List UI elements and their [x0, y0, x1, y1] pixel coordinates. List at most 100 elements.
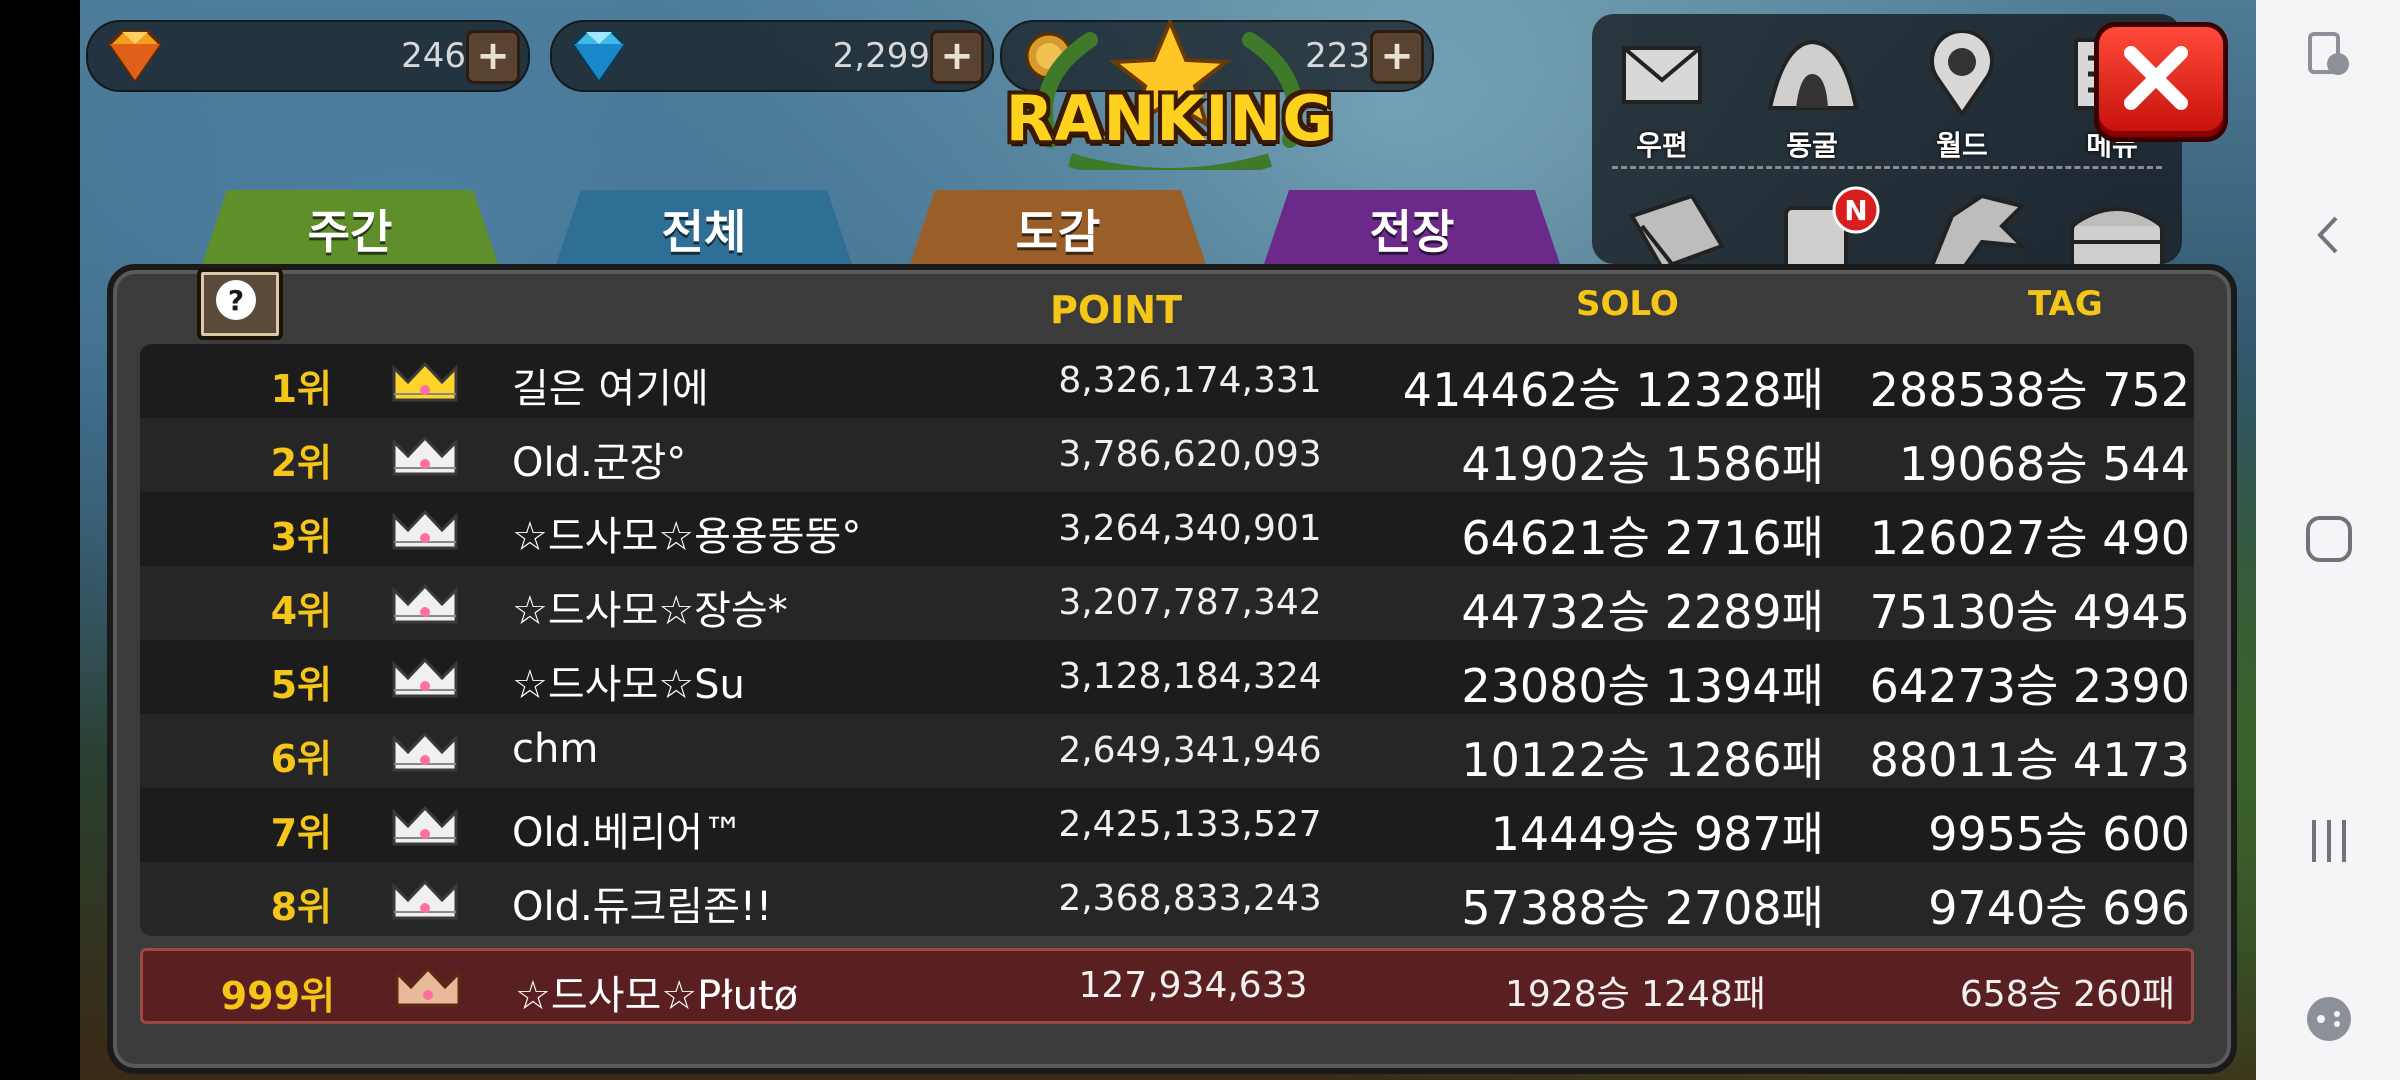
tag-record: 19068승 544: [1898, 437, 2190, 491]
table-row[interactable]: 3위 ☆드사모☆용용뚱뚱° 3,264,340,901 64621승 2716패 126…: [140, 492, 2194, 566]
player-name: ☆드사모☆Su: [512, 662, 745, 708]
game-screen: 246 + 2,299 + 223 + RANKING 우편 동굴 월드 메뉴 …: [80, 0, 2256, 1080]
ruby-currency: 246 +: [86, 20, 530, 92]
dragon-icon: [1929, 193, 2028, 273]
ruby-amount: 246: [401, 36, 466, 76]
points: 3,786,620,093: [1058, 434, 1322, 475]
solo-record: 57388승 2708패: [1461, 881, 1824, 935]
table-row[interactable]: 4위 ☆드사모☆장승* 3,207,787,342 44732승 2289패 75130…: [140, 566, 2194, 640]
silver-crown-icon: [392, 509, 458, 550]
mail-icon: [1622, 46, 1702, 104]
silver-crown-icon: [392, 583, 458, 624]
rank: 4위: [270, 589, 332, 633]
solo-record: 41902승 1586패: [1461, 437, 1824, 491]
world-icon: [1930, 30, 1994, 116]
world-label: 월드: [1936, 129, 1988, 162]
table-row[interactable]: 2위 Old.군장° 3,786,620,093 41902승 1586패 19068승…: [140, 418, 2194, 492]
diamond-amount: 2,299: [832, 36, 930, 76]
add-coin-button[interactable]: +: [1370, 30, 1424, 84]
tab-collection[interactable]: 도감: [908, 190, 1208, 270]
silver-crown-icon: [392, 731, 458, 772]
close-button[interactable]: [2094, 22, 2228, 142]
bronze-crown-icon: [395, 966, 461, 1007]
rank: 8위: [270, 885, 332, 929]
my-name: ☆드사모☆Płutø: [515, 973, 799, 1019]
player-name: chm: [512, 726, 599, 772]
table-row[interactable]: 7위 Old.베리어™ 2,425,133,527 14449승 987패 9955승 …: [140, 788, 2194, 862]
cave-icon: [1767, 39, 1859, 110]
points: 3,207,787,342: [1058, 582, 1322, 623]
add-ruby-button[interactable]: +: [466, 30, 520, 84]
home-icon[interactable]: [2304, 514, 2354, 564]
treasure-chest-button[interactable]: [2062, 186, 2172, 276]
treasure-chest-icon: [2070, 207, 2164, 272]
gold-crown-icon: [392, 361, 458, 402]
cave-button[interactable]: 동굴: [1752, 24, 1872, 164]
table-row[interactable]: 8위 Old.듀크림존!! 2,368,833,243 57388승 2708패 974…: [140, 862, 2194, 936]
left-black-strip: [0, 0, 80, 1080]
tab-battlefield[interactable]: 전장: [1262, 190, 1562, 270]
my-solo-record: 1928승 1248패: [1505, 974, 1766, 1015]
solo-record: 10122승 1286패: [1461, 733, 1824, 787]
help-button[interactable]: ?: [197, 268, 283, 340]
points: 2,649,341,946: [1058, 730, 1322, 771]
game-launcher-icon[interactable]: [2304, 994, 2354, 1044]
rank: 2위: [270, 441, 332, 485]
book-button[interactable]: [1622, 186, 1732, 276]
player-name: Old.군장°: [512, 440, 687, 486]
tag-record: 88011승 4173: [1869, 733, 2190, 787]
my-points: 127,934,633: [1078, 965, 1308, 1006]
tab-weekly[interactable]: 주간: [200, 190, 500, 270]
my-tag-record: 658승 260패: [1959, 974, 2175, 1015]
mail-label: 우편: [1636, 129, 1688, 162]
solo-record: 23080승 1394패: [1461, 659, 1824, 713]
tab-overall[interactable]: 전체: [554, 190, 854, 270]
player-name: Old.듀크림존!!: [512, 884, 772, 930]
points: 3,264,340,901: [1058, 508, 1322, 549]
tag-header: TAG: [2028, 284, 2103, 324]
my-rank: 999위: [220, 974, 335, 1018]
accessibility-icon[interactable]: [2304, 30, 2354, 80]
svg-text:?: ?: [228, 284, 244, 317]
table-row[interactable]: 5위 ☆드사모☆Su 3,128,184,324 23080승 1394패 64273승…: [140, 640, 2194, 714]
system-nav-bar: [2256, 0, 2400, 1080]
mail-button[interactable]: 우편: [1602, 24, 1722, 164]
rank: 6위: [270, 737, 332, 781]
player-name: 길은 여기에: [512, 366, 709, 412]
back-icon[interactable]: [2304, 210, 2354, 260]
tag-record: 288538승 752: [1869, 363, 2190, 417]
table-row[interactable]: 6위 chm 2,649,341,946 10122승 1286패 88011승 417…: [140, 714, 2194, 788]
player-name: ☆드사모☆용용뚱뚱°: [512, 514, 862, 560]
recents-icon[interactable]: [2304, 816, 2354, 866]
solo-header: SOLO: [1576, 284, 1679, 324]
world-button[interactable]: 월드: [1902, 24, 2022, 164]
player-name: Old.베리어™: [512, 810, 744, 856]
rank: 1위: [270, 367, 332, 411]
book-icon: [1629, 193, 1725, 271]
diamond-icon: [572, 30, 626, 82]
ranking-title-emblem: RANKING: [970, 20, 1370, 180]
notice-scroll-icon: N: [1784, 186, 1880, 272]
point-header: POINT: [1050, 288, 1183, 332]
notice-button[interactable]: N: [1772, 186, 1882, 276]
points: 3,128,184,324: [1058, 656, 1322, 697]
solo-record: 14449승 987패: [1490, 807, 1824, 861]
ruby-icon: [108, 30, 162, 82]
close-icon: [2124, 46, 2188, 110]
tag-record: 9955승 600: [1928, 807, 2190, 861]
table-row[interactable]: 1위 길은 여기에 8,326,174,331 414462승 12328패 28853…: [140, 344, 2194, 418]
silver-crown-icon: [392, 657, 458, 698]
silver-crown-icon: [392, 435, 458, 476]
page-title: RANKING: [1005, 82, 1335, 155]
my-rank-row[interactable]: 999위 ☆드사모☆Płutø 127,934,633 1928승 1248패 …: [140, 948, 2194, 1024]
solo-record: 414462승 12328패: [1402, 363, 1824, 417]
tag-record: 9740승 696: [1928, 881, 2190, 935]
rank: 5위: [270, 663, 332, 707]
diamond-currency: 2,299 +: [550, 20, 994, 92]
ranking-list: 1위 길은 여기에 8,326,174,331 414462승 12328패 28853…: [140, 344, 2194, 936]
silver-crown-icon: [392, 805, 458, 846]
rank: 7위: [270, 811, 332, 855]
tag-record: 126027승 490: [1869, 511, 2190, 565]
dragon-button[interactable]: [1922, 186, 2032, 276]
player-name: ☆드사모☆장승*: [512, 588, 788, 634]
